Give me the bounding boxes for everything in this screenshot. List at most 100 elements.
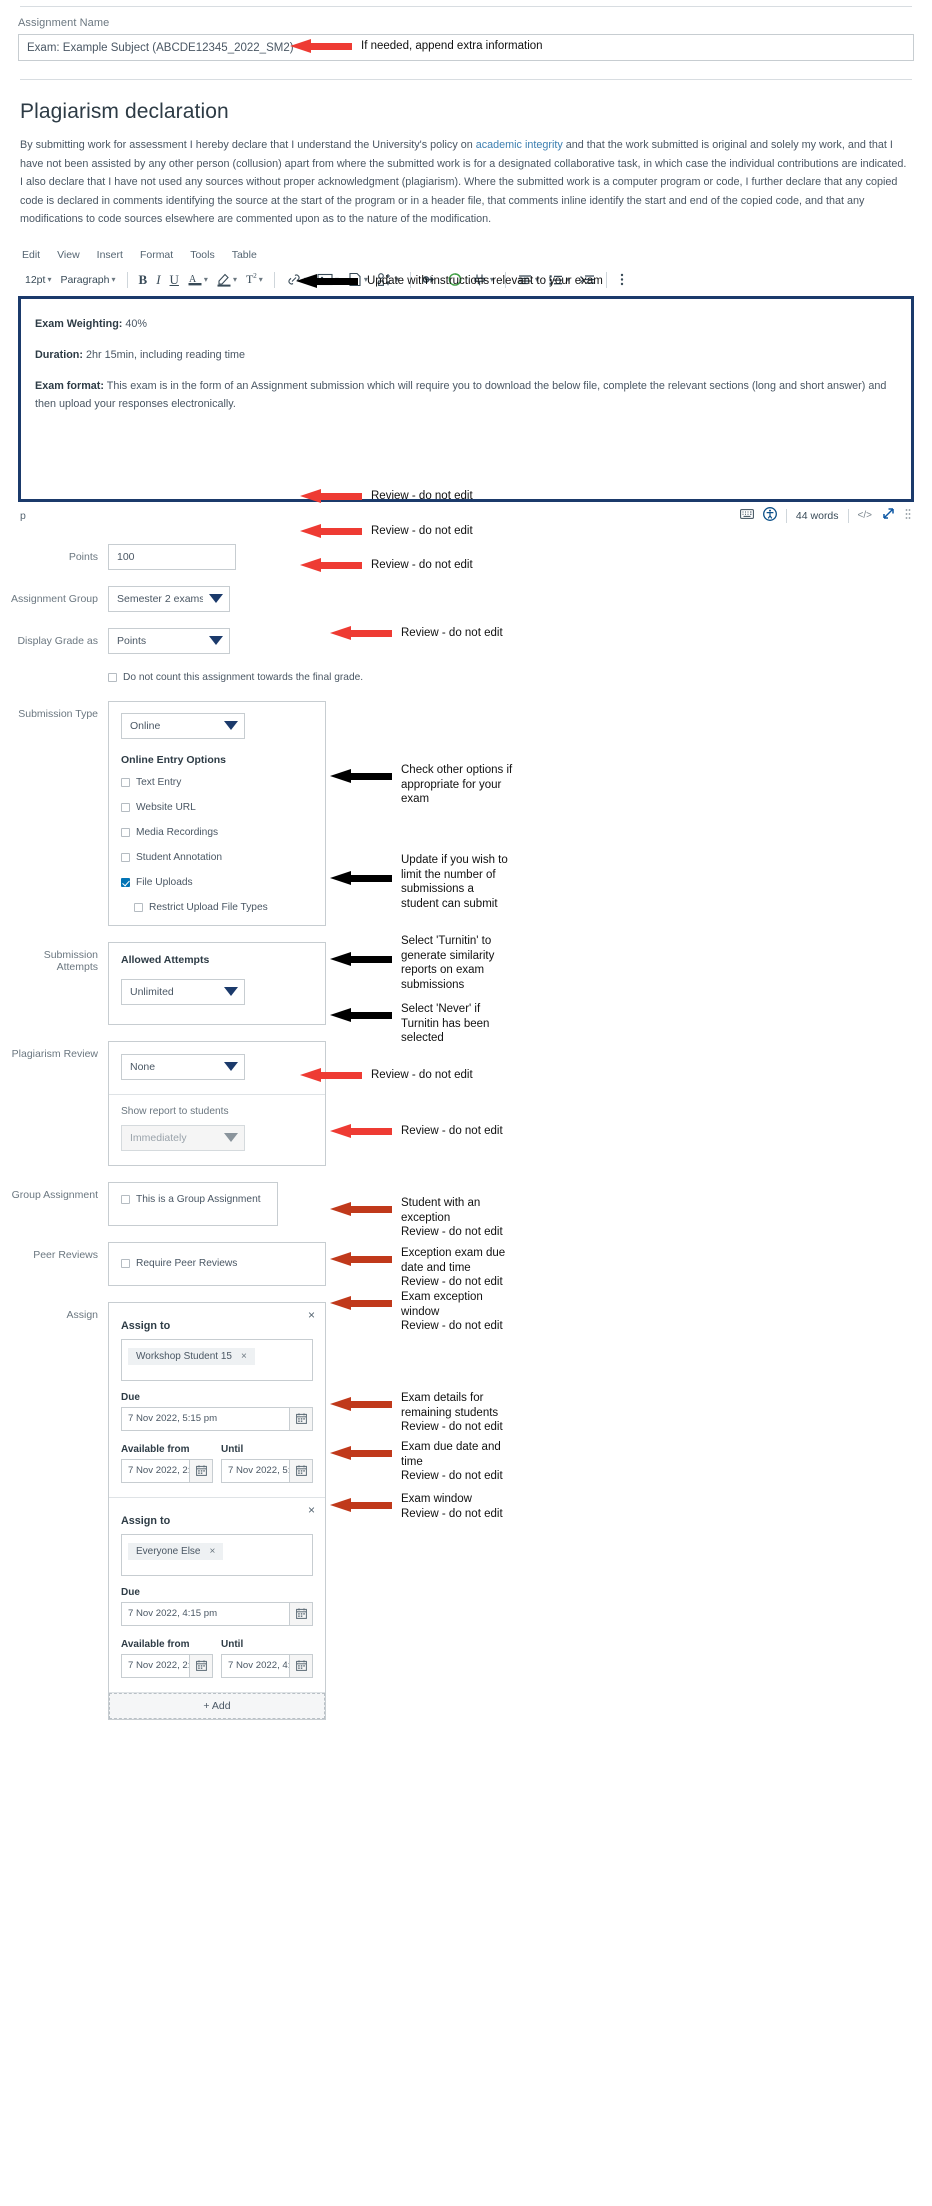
option-label: Text Entry bbox=[136, 776, 182, 788]
option-text-entry[interactable]: Text Entry bbox=[121, 777, 313, 788]
divider-top bbox=[20, 6, 912, 7]
option-website-url[interactable]: Website URL bbox=[121, 802, 313, 813]
option-restrict-upload-file-types[interactable]: Restrict Upload File Types bbox=[134, 902, 313, 913]
fullscreen-icon[interactable] bbox=[881, 507, 895, 524]
assign-to-heading: Assign to bbox=[121, 1319, 171, 1332]
assignment-group-select[interactable]: Semester 2 exams, 202 bbox=[108, 585, 230, 612]
editor-content-area[interactable]: Exam Weighting: 40% Duration: 2hr 15min,… bbox=[18, 295, 914, 502]
available-from-field[interactable]: 7 Nov 2022, 2:00 bbox=[121, 1458, 213, 1483]
assign-to-token-field[interactable]: Workshop Student 15 × bbox=[121, 1338, 313, 1381]
plagiarism-review-panel: None Show report to students Immediately bbox=[108, 1040, 326, 1166]
points-input[interactable]: 100 bbox=[108, 543, 236, 570]
menu-edit[interactable]: Edit bbox=[22, 249, 40, 261]
arrow-black-left-icon bbox=[296, 274, 358, 289]
remove-token-icon[interactable]: × bbox=[209, 1546, 215, 1557]
remove-override-icon[interactable]: × bbox=[308, 1309, 315, 1321]
exam-weighting-line: Exam Weighting: 40% bbox=[35, 316, 897, 333]
calendar-icon[interactable] bbox=[189, 1653, 213, 1678]
assign-card: × Assign to Everyone Else × Due 7 Nov 20… bbox=[109, 1498, 325, 1693]
annotation-window-2: Exam window Review - do not edit bbox=[330, 1492, 503, 1521]
allowed-attempts-select[interactable]: Unlimited bbox=[121, 978, 245, 1005]
exam-format-label: Exam format: bbox=[35, 380, 104, 393]
assign-to-token-field[interactable]: Everyone Else × bbox=[121, 1533, 313, 1576]
option-media-recordings[interactable]: Media Recordings bbox=[121, 827, 313, 838]
annotation-points: Review - do not edit bbox=[300, 489, 473, 504]
checkbox-box bbox=[121, 827, 130, 837]
menu-view[interactable]: View bbox=[57, 249, 80, 261]
checkbox-box bbox=[108, 672, 117, 682]
calendar-icon[interactable] bbox=[189, 1458, 213, 1483]
until-field[interactable]: 7 Nov 2022, 4:45 bbox=[221, 1653, 313, 1678]
annotation-text: Select 'Never' if Turnitin has been sele… bbox=[401, 1003, 490, 1045]
option-file-uploads[interactable]: File Uploads bbox=[121, 877, 313, 888]
calendar-icon[interactable] bbox=[289, 1601, 313, 1626]
arrow-black-left-icon bbox=[330, 871, 392, 885]
block-format-select[interactable]: Paragraph ▾ bbox=[57, 273, 118, 287]
assignment-edit-page: Assignment Name Exam: Example Subject (A… bbox=[0, 6, 932, 1720]
until-value: 7 Nov 2022, 5:45 bbox=[221, 1458, 289, 1483]
chevron-down-icon: ▾ bbox=[203, 275, 208, 285]
group-assignment-checkbox[interactable]: This is a Group Assignment bbox=[121, 1194, 265, 1205]
annotation-assignment-group: Review - do not edit bbox=[300, 524, 473, 539]
due-date-value: 7 Nov 2022, 4:15 pm bbox=[121, 1601, 289, 1626]
bold-icon[interactable]: B bbox=[136, 271, 151, 289]
show-report-label: Show report to students bbox=[121, 1105, 229, 1117]
submission-type-value: Online bbox=[130, 719, 161, 732]
annotation-submission-type: Review - do not edit bbox=[330, 626, 503, 641]
exam-weighting-label: Exam Weighting: bbox=[35, 317, 123, 330]
annotation-editor: Update with instructions relevant to you… bbox=[296, 274, 603, 289]
show-report-value: Immediately bbox=[130, 1131, 187, 1144]
italic-icon[interactable]: I bbox=[153, 271, 163, 289]
display-grade-as-select[interactable]: Points bbox=[108, 627, 230, 654]
due-date-field[interactable]: 7 Nov 2022, 4:15 pm bbox=[121, 1601, 313, 1626]
assignee-name: Everyone Else bbox=[136, 1545, 201, 1557]
until-field[interactable]: 7 Nov 2022, 5:45 bbox=[221, 1458, 313, 1483]
menu-format[interactable]: Format bbox=[140, 249, 173, 261]
calendar-icon[interactable] bbox=[289, 1653, 313, 1678]
text-color-icon[interactable]: A ▾ bbox=[185, 271, 211, 288]
chevron-down-icon: ▾ bbox=[47, 275, 52, 285]
online-entry-options-heading: Online Entry Options bbox=[121, 753, 227, 766]
remove-token-icon[interactable]: × bbox=[241, 1351, 247, 1362]
submission-type-label: Submission Type bbox=[18, 707, 98, 720]
font-size-select[interactable]: 12pt ▾ bbox=[22, 273, 54, 287]
chevron-down-icon bbox=[224, 987, 238, 997]
assignee-name: Workshop Student 15 bbox=[136, 1350, 232, 1362]
menu-tools[interactable]: Tools bbox=[190, 249, 215, 261]
calendar-icon[interactable] bbox=[289, 1458, 313, 1483]
option-student-annotation[interactable]: Student Annotation bbox=[121, 852, 313, 863]
accessibility-checker-icon[interactable] bbox=[762, 507, 777, 524]
available-from-label: Available from bbox=[121, 1638, 190, 1650]
arrow-orange-left-icon bbox=[330, 1397, 392, 1411]
checkbox-box bbox=[121, 802, 130, 812]
html-editor-icon[interactable]: </> bbox=[858, 510, 872, 521]
more-icon[interactable] bbox=[615, 271, 629, 288]
available-from-field[interactable]: 7 Nov 2022, 2:00 bbox=[121, 1653, 213, 1678]
add-override-button[interactable]: + Add bbox=[109, 1692, 325, 1719]
highlight-color-icon[interactable]: ▾ bbox=[214, 271, 240, 288]
remove-override-icon[interactable]: × bbox=[308, 1504, 315, 1516]
underline-icon[interactable]: U bbox=[167, 271, 182, 289]
peer-reviews-panel: Require Peer Reviews bbox=[108, 1241, 326, 1286]
display-grade-as-label: Display Grade as bbox=[17, 634, 98, 647]
arrow-red-left-icon bbox=[300, 558, 362, 573]
do-not-count-checkbox[interactable]: Do not count this assignment towards the… bbox=[108, 672, 363, 683]
keyboard-shortcuts-icon[interactable] bbox=[740, 508, 754, 523]
academic-integrity-link[interactable]: academic integrity bbox=[476, 139, 563, 151]
submission-type-select[interactable]: Online bbox=[121, 712, 245, 739]
superscript-icon[interactable]: T2 ▾ bbox=[243, 271, 266, 288]
arrow-orange-left-icon bbox=[330, 1252, 392, 1266]
status-divider bbox=[785, 508, 787, 523]
due-date-field[interactable]: 7 Nov 2022, 5:15 pm bbox=[121, 1406, 313, 1431]
calendar-icon[interactable] bbox=[289, 1406, 313, 1431]
annotation-text: Review - do not edit bbox=[401, 1125, 503, 1137]
menu-insert[interactable]: Insert bbox=[97, 249, 123, 261]
resize-handle-icon[interactable] bbox=[904, 507, 912, 524]
show-report-select[interactable]: Immediately bbox=[121, 1124, 245, 1151]
menu-table[interactable]: Table bbox=[232, 249, 257, 261]
chevron-down-icon bbox=[209, 636, 223, 646]
plagiarism-review-select[interactable]: None bbox=[121, 1053, 245, 1080]
annotation-assignee-1: Student with an exception Review - do no… bbox=[330, 1196, 519, 1240]
peer-reviews-checkbox[interactable]: Require Peer Reviews bbox=[121, 1258, 237, 1269]
allowed-attempts-heading: Allowed Attempts bbox=[121, 953, 210, 966]
